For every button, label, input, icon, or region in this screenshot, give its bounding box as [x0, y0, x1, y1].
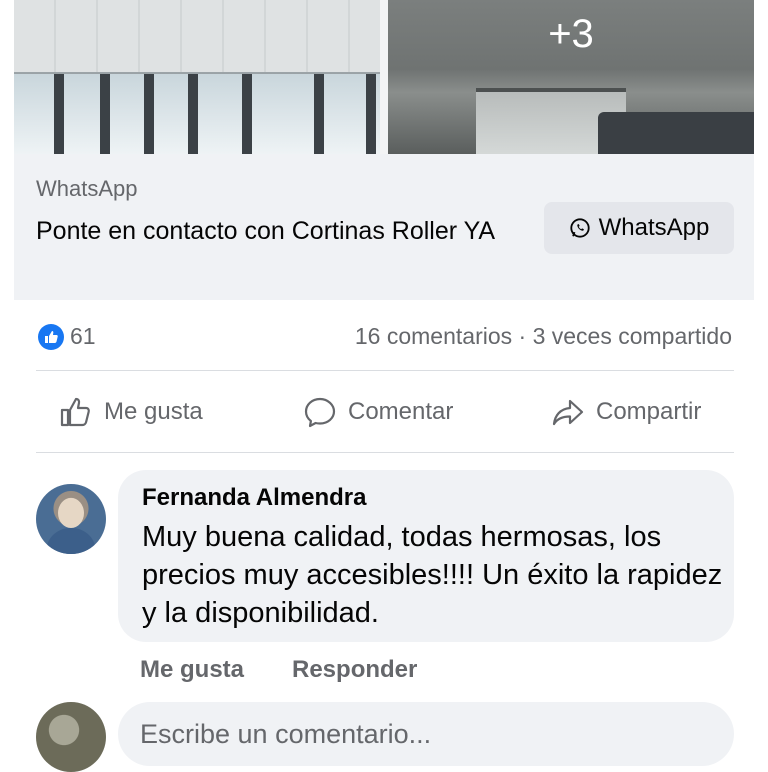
avatar-head [58, 498, 84, 528]
window-frame [144, 74, 154, 154]
comment-author[interactable]: Fernanda Almendra [142, 484, 367, 512]
ad-footer[interactable]: WhatsApp Ponte en contacto con Cortinas … [14, 154, 754, 300]
divider [36, 452, 734, 453]
whatsapp-button-label: WhatsApp [598, 214, 710, 241]
share-icon [552, 399, 584, 426]
gallery-photo-1[interactable] [14, 0, 380, 154]
comment-input[interactable]: Escribe un comentario... [118, 702, 734, 766]
window-frame [188, 74, 198, 154]
thumbs-up-icon [60, 397, 90, 427]
like-button[interactable]: Me gusta [58, 388, 203, 436]
window-frame [100, 74, 110, 154]
like-icon[interactable] [38, 324, 64, 350]
comment-text: Muy buena calidad, todas hermosas, los p… [142, 521, 723, 629]
divider [36, 370, 734, 371]
comment-button-label: Comentar [348, 398, 454, 425]
avatar-shirt [46, 528, 96, 554]
share-button[interactable]: Compartir [550, 388, 701, 436]
my-avatar [36, 702, 106, 772]
comment-like-link[interactable]: Me gusta [140, 656, 244, 684]
comment-button[interactable]: Comentar [302, 388, 453, 436]
more-photos-count[interactable]: +3 [388, 12, 754, 57]
ad-title: Ponte en contacto con Cortinas Roller YA [36, 217, 496, 245]
gallery-photo-2[interactable]: +3 [388, 0, 754, 154]
window-frame [54, 74, 64, 154]
window-frame [242, 74, 252, 154]
reaction-count[interactable]: 61 [70, 323, 96, 350]
comment-icon [304, 397, 336, 428]
roller-blind [14, 0, 380, 72]
comment-bubble: Fernanda Almendra Muy buena calidad, tod… [118, 470, 734, 642]
comments-shares-summary[interactable]: 16 comentarios · 3 veces compartido [355, 323, 732, 350]
whatsapp-icon [570, 218, 590, 238]
window-frame [314, 74, 324, 154]
whatsapp-button[interactable]: WhatsApp [544, 202, 734, 254]
avatar[interactable] [36, 484, 106, 554]
gallery-divider [380, 0, 388, 154]
window-frame [366, 74, 376, 154]
comment-reply-link[interactable]: Responder [292, 656, 417, 684]
room-bed [598, 112, 754, 154]
share-button-label: Compartir [596, 398, 702, 425]
like-button-label: Me gusta [104, 398, 203, 425]
ad-source: WhatsApp [36, 176, 138, 201]
